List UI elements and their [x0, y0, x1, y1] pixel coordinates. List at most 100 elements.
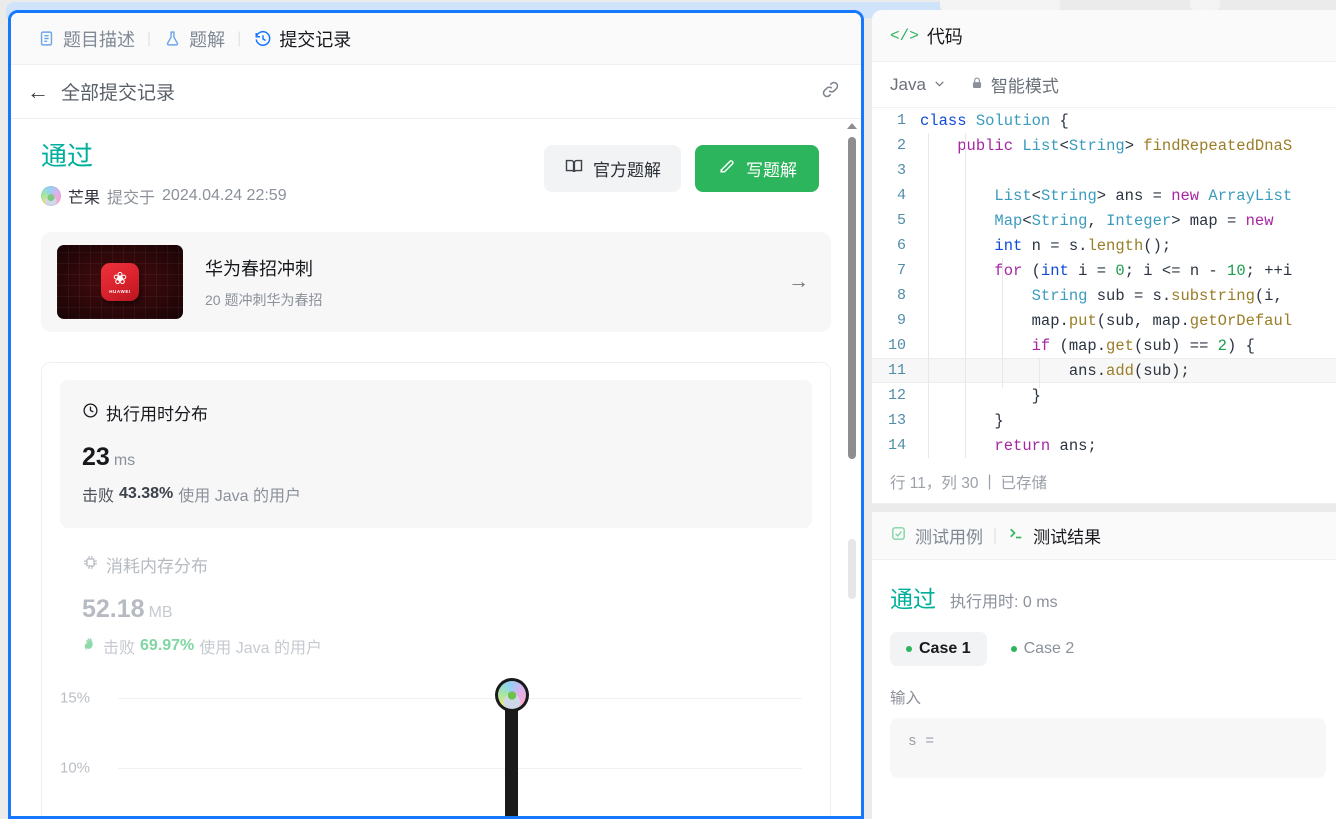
code-text: ans.add(sub); — [920, 362, 1336, 380]
memory-beat-suffix: 使用 Java 的用户 — [199, 640, 322, 658]
scrollbar-thumb[interactable] — [848, 137, 856, 459]
code-text: if (map.get(sub) == 2) { — [920, 337, 1336, 355]
code-line[interactable]: 4 List<String> ans = new ArrayList — [872, 183, 1336, 208]
code-token: String — [1068, 136, 1125, 155]
runtime-unit: ms — [113, 452, 136, 470]
code-panel: </> 代码 Java 智能模式 1 class Solution {2 publ… — [872, 10, 1336, 819]
code-editor[interactable]: 1 class Solution {2 public List<String> f… — [872, 108, 1336, 460]
input-value-box[interactable]: s = — [890, 718, 1326, 778]
line-number: 5 — [896, 212, 906, 229]
stats-card: 执行用时分布 23 ms 击败 43.38% 使用 Java 的用户 消耗内存分… — [41, 362, 831, 816]
submission-panel: 题目描述 | 题解 | 提交记录 ← 全部提交记录 通过 芒果 提交于 2024… — [8, 10, 864, 819]
history-icon — [253, 29, 272, 48]
smart-mode-toggle[interactable]: 智能模式 — [970, 72, 1059, 97]
case-label: Case 2 — [1023, 640, 1075, 657]
memory-beat-pct: 69.97% — [140, 637, 195, 655]
code-text: class Solution { — [920, 112, 1336, 130]
code-token: > — [1124, 136, 1144, 155]
scroll-up-arrow-icon[interactable] — [847, 123, 857, 129]
arrow-right-icon[interactable]: → — [788, 270, 809, 294]
code-panel-header: </> 代码 — [872, 10, 1336, 62]
code-line[interactable]: 12 } — [872, 383, 1336, 408]
code-token: (sub); — [1133, 361, 1190, 380]
runtime-heading-row: 执行用时分布 — [82, 400, 790, 425]
runtime-beat-prefix: 击败 — [82, 488, 115, 506]
code-line[interactable]: 9 map.put(sub, map.getOrDefaul — [872, 308, 1336, 333]
indent-guide — [965, 133, 966, 458]
memory-distribution-chart: 15% 10% 5% — [60, 678, 802, 816]
code-line[interactable]: 3 — [872, 158, 1336, 183]
code-token: getOrDefaul — [1189, 311, 1293, 330]
promo-text: 华为春招冲刺 20 题冲刺华为春招 — [205, 255, 322, 310]
tab-test-cases[interactable]: 测试用例 — [890, 523, 983, 548]
submitter-name[interactable]: 芒果 — [68, 184, 100, 208]
code-text: for (int i = 0; i <= n - 10; ++i — [920, 262, 1336, 280]
indent-guide — [928, 133, 929, 458]
code-line[interactable]: 8 String sub = s.substring(i, — [872, 283, 1336, 308]
case-tabs: Case 1 Case 2 — [890, 632, 1326, 666]
submission-scroll-content: 通过 芒果 提交于 2024.04.24 22:59 官方题解 写题解 ❀ HU… — [11, 119, 861, 816]
book-icon — [564, 156, 584, 181]
marker-avatar — [497, 681, 526, 710]
chart-user-marker[interactable] — [494, 678, 529, 816]
test-tab-label: 测试结果 — [1033, 528, 1102, 547]
code-tab-label: 代码 — [926, 26, 963, 47]
link-icon[interactable] — [820, 79, 841, 105]
code-line[interactable]: 14 return ans; — [872, 433, 1336, 458]
scrollbar-thumb-secondary[interactable] — [848, 539, 856, 599]
tab-problem-description[interactable]: 题目描述 — [25, 26, 147, 52]
write-solution-button[interactable]: 写题解 — [695, 145, 819, 192]
code-line[interactable]: 11 ans.add(sub); — [872, 358, 1336, 383]
code-line[interactable]: 10 if (map.get(sub) == 2) { — [872, 333, 1336, 358]
code-line[interactable]: 6 int n = s.length(); — [872, 233, 1336, 258]
code-line[interactable]: 1 class Solution { — [872, 108, 1336, 133]
case-tab-2[interactable]: Case 2 — [995, 632, 1091, 666]
code-token: > map = — [1171, 211, 1246, 230]
test-panel-header: 测试用例 | 测试结果 — [872, 512, 1336, 560]
memory-unit: MB — [148, 604, 173, 622]
code-token: 0 — [1115, 261, 1125, 280]
code-token: (); — [1143, 236, 1172, 255]
tab-solutions[interactable]: 题解 — [151, 26, 237, 52]
tab-code[interactable]: </> 代码 — [890, 23, 963, 49]
smart-mode-label: 智能模式 — [990, 77, 1059, 96]
line-number: 11 — [887, 362, 906, 379]
tab-test-results[interactable]: 测试结果 — [1007, 523, 1101, 548]
case-tab-1[interactable]: Case 1 — [890, 632, 987, 666]
code-line[interactable]: 2 public List<String> findRepeatedDnaS — [872, 133, 1336, 158]
code-line[interactable]: 5 Map<String, Integer> map = new — [872, 208, 1336, 233]
code-token: Map — [994, 211, 1023, 230]
huawei-petal-mark: ❀ — [112, 268, 128, 289]
code-token: length — [1087, 236, 1144, 255]
code-token: add — [1106, 361, 1134, 380]
code-text: String sub = s.substring(i, — [920, 287, 1336, 305]
clap-icon — [82, 636, 98, 657]
code-token: (sub, map. — [1096, 311, 1190, 330]
language-selector[interactable]: Java — [890, 75, 946, 95]
arrow-left-icon[interactable]: ← — [27, 80, 49, 103]
code-token: String — [1040, 186, 1097, 205]
runtime-value: 23 — [82, 443, 110, 472]
code-token: 2 — [1217, 336, 1227, 355]
code-line[interactable]: 13 } — [872, 408, 1336, 433]
submission-scrollbar[interactable] — [845, 119, 859, 816]
line-number: 13 — [887, 412, 906, 429]
official-solution-button[interactable]: 官方题解 — [544, 145, 681, 192]
tab-submissions[interactable]: 提交记录 — [241, 26, 363, 52]
code-token: } — [994, 411, 1004, 430]
code-token: (map. — [1059, 336, 1107, 355]
code-token: int — [994, 236, 1032, 255]
code-token: ans. — [1068, 361, 1107, 380]
promo-banner[interactable]: ❀ HUAWEI 华为春招冲刺 20 题冲刺华为春招 → — [41, 232, 831, 333]
code-line[interactable]: 7 for (int i = 0; i <= n - 10; ++i — [872, 258, 1336, 283]
code-text: } — [920, 412, 1336, 430]
status-dot — [1010, 646, 1017, 652]
code-token: get — [1106, 336, 1134, 355]
back-to-all-submissions[interactable]: 全部提交记录 — [61, 78, 175, 105]
code-token: put — [1068, 311, 1097, 330]
avatar — [41, 186, 61, 207]
checkbox-icon — [890, 525, 907, 547]
test-tab-divider: | — [993, 526, 998, 544]
line-number: 6 — [896, 237, 906, 254]
